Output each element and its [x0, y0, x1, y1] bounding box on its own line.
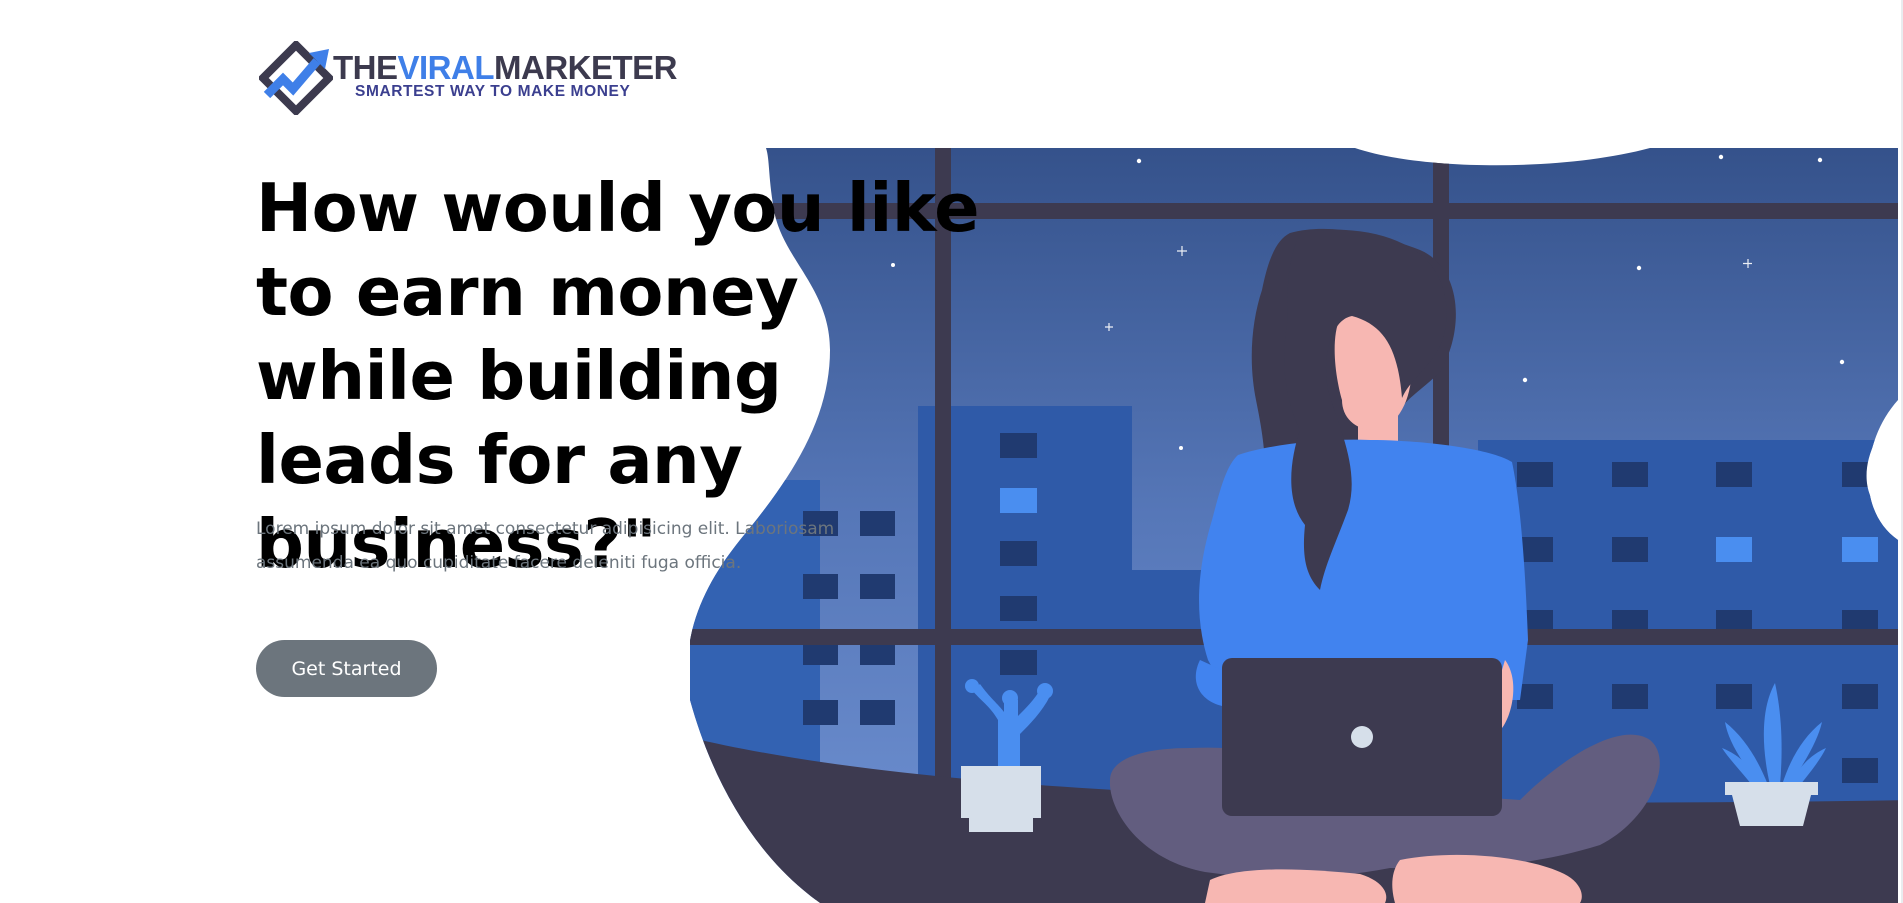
brand-logo[interactable]: THEVIRALMARKETER SMARTEST WAY TO MAKE MO… — [259, 41, 678, 117]
brand-wordmark: THEVIRALMARKETER — [333, 49, 678, 87]
landing-page: THEVIRALMARKETER SMARTEST WAY TO MAKE MO… — [0, 0, 1903, 903]
brand-word-marketer: MARKETER — [494, 49, 678, 86]
growth-arrow-logo-icon — [259, 41, 333, 115]
brand-tagline: SMARTEST WAY TO MAKE MONEY — [355, 83, 631, 100]
brand-word-viral: VIRAL — [397, 49, 495, 86]
hero-subtext: Lorem ipsum dolor sit amet consectetur a… — [256, 519, 835, 573]
brand-word-the: THE — [333, 49, 398, 86]
get-started-button[interactable]: Get Started — [256, 640, 437, 697]
